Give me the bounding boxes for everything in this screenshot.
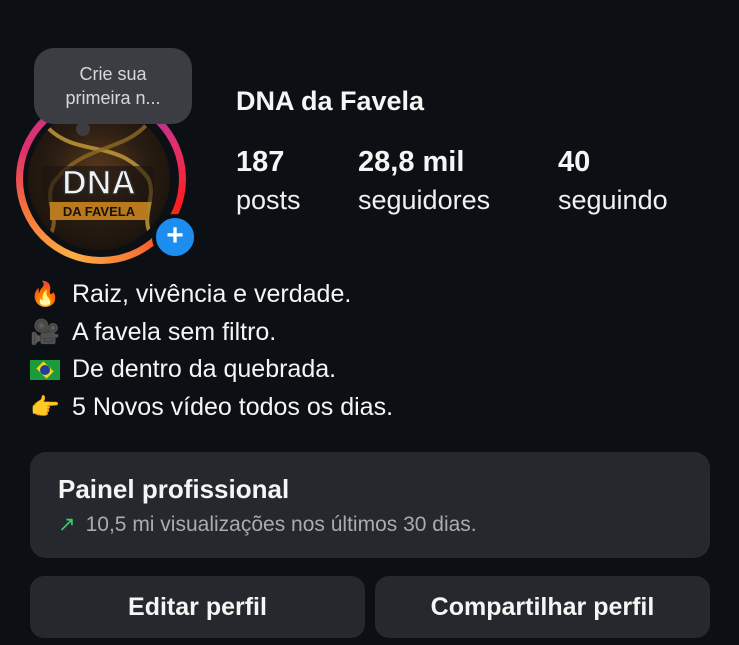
edit-profile-button[interactable]: Editar perfil xyxy=(30,576,365,638)
panel-subtitle-text: 10,5 mi visualizações nos últimos 30 dia… xyxy=(85,513,477,536)
note-line-2: primeira n... xyxy=(65,88,161,108)
panel-subtitle: ↗ 10,5 mi visualizações nos últimos 30 di… xyxy=(58,512,477,537)
avatar-logo-image: DNA DA FAVELA xyxy=(42,121,155,240)
note-line-1: Crie sua xyxy=(79,64,147,84)
bio-text: De dentro da quebrada. xyxy=(72,355,337,384)
bio-text: 5 Novos vídeo todos os dias. xyxy=(72,392,394,421)
bio-text: A favela sem filtro. xyxy=(72,317,277,346)
stat-posts[interactable]: 187 posts xyxy=(236,142,301,218)
bio: 🔥 Raiz, vivência e verdade. 🎥 A favela s… xyxy=(30,276,393,426)
stat-followers[interactable]: 28,8 mil seguidores xyxy=(358,142,490,218)
pointing-hand-icon: 👉 xyxy=(30,393,60,421)
bio-line: 👉 5 Novos vídeo todos os dias. xyxy=(30,389,393,427)
bio-line: 🔥 Raiz, vivência e verdade. xyxy=(30,276,393,314)
posts-label: posts xyxy=(236,185,301,215)
avatar[interactable]: DNA DA FAVELA xyxy=(28,108,170,250)
note-bubble[interactable]: Crie sua primeira n... xyxy=(34,48,192,136)
trend-up-icon: ↗ xyxy=(58,513,76,536)
profile-username: DNA da Favela xyxy=(236,86,425,116)
followers-label: seguidores xyxy=(358,185,491,215)
posts-count: 187 xyxy=(236,146,285,178)
followers-count: 28,8 mil xyxy=(358,146,465,178)
bio-line: De dentro da quebrada. xyxy=(30,351,393,389)
following-count: 40 xyxy=(558,146,591,178)
stat-following[interactable]: 40 seguindo xyxy=(558,142,668,218)
bio-line: 🎥 A favela sem filtro. xyxy=(30,314,393,352)
following-label: seguindo xyxy=(558,185,668,215)
share-profile-button[interactable]: Compartilhar perfil xyxy=(375,576,710,638)
bio-text: Raiz, vivência e verdade. xyxy=(72,280,352,309)
add-story-icon[interactable]: + xyxy=(152,214,198,260)
panel-title: Painel profissional xyxy=(58,474,290,504)
avatar-logo-bottom: DA FAVELA xyxy=(63,204,136,219)
fire-icon: 🔥 xyxy=(30,281,60,309)
movie-camera-icon: 🎥 xyxy=(30,318,60,346)
professional-dashboard[interactable]: Painel profissional ↗ 10,5 mi visualizaçõ… xyxy=(30,452,710,558)
brazil-flag-icon xyxy=(30,359,60,380)
avatar-logo-top: DNA xyxy=(62,164,136,202)
